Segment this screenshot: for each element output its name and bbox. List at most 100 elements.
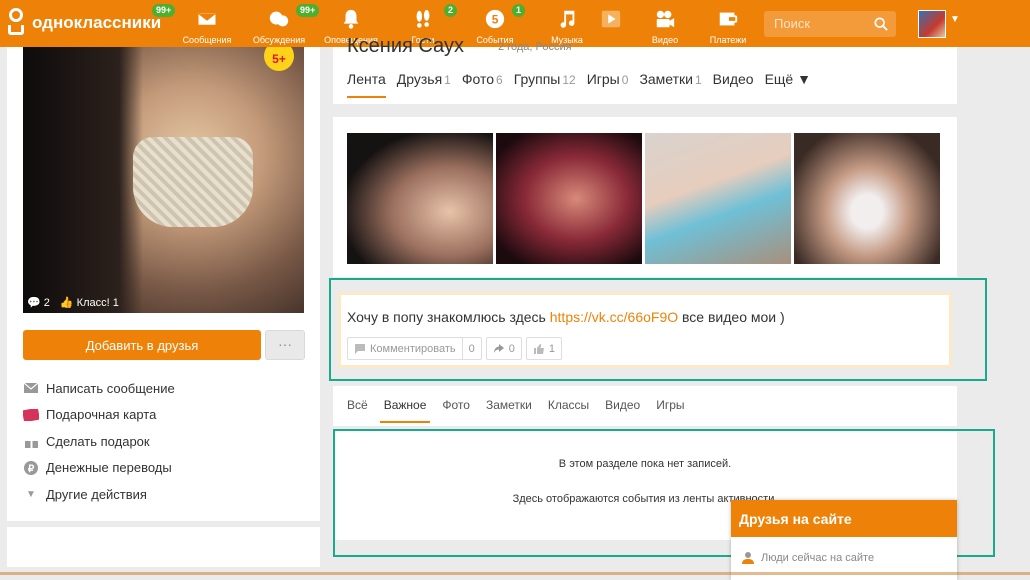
wallet-icon	[695, 6, 761, 32]
tab-groups[interactable]: Группы 12	[514, 71, 576, 98]
action-gift-card[interactable]: Подарочная карта	[23, 402, 175, 429]
tab-label: Друзья	[396, 71, 443, 87]
nav-payments[interactable]: Платежи	[695, 6, 761, 45]
bell-icon	[318, 6, 384, 32]
photo-thumb[interactable]	[794, 133, 940, 264]
guests-badge: 2	[444, 4, 458, 17]
tab-label: Фото	[461, 71, 495, 87]
nav-messages[interactable]: Сообщения	[174, 6, 240, 45]
search-box[interactable]	[764, 11, 896, 37]
discussions-badge: 99+	[296, 4, 320, 17]
nav-label: Сообщения	[182, 35, 232, 45]
tab-label: Игры	[586, 71, 620, 87]
tab-video[interactable]: Видео	[713, 71, 754, 98]
comment-count: 0	[461, 338, 481, 359]
reshare-icon	[493, 344, 504, 353]
caret-down-icon[interactable]: ▼	[950, 14, 960, 25]
photo-thumb[interactable]	[645, 133, 791, 264]
photo-thumb[interactable]	[496, 133, 642, 264]
profile-sub: 2 года, Россия	[498, 41, 572, 53]
events-badge: 1	[512, 4, 526, 17]
action-make-gift[interactable]: Сделать подарок	[23, 428, 175, 455]
action-label: Денежные переводы	[46, 460, 172, 476]
more-options-button[interactable]: ···	[265, 330, 305, 360]
like-icon	[533, 343, 544, 354]
like-icon: 👍	[59, 297, 74, 309]
left-column: 5+ 💬 2 👍 Класс! 1 Добавить в друзья ··· …	[7, 47, 320, 521]
comment-button[interactable]: Комментировать 0	[347, 337, 482, 360]
action-write-message[interactable]: Написать сообщение	[23, 375, 175, 402]
tab-label: Заметки	[639, 71, 693, 87]
left-bottom-card	[7, 527, 320, 567]
photo-comments[interactable]: 💬 2	[27, 296, 50, 309]
feed-tab-all[interactable]: Всё	[347, 398, 368, 423]
profile-header: Ксения Саух 2 года, Россия Лента Друзья 1…	[333, 35, 957, 104]
tab-count: 12	[562, 73, 576, 87]
friends-online-panel: Друзья на сайте Люди сейчас на сайте	[731, 500, 957, 580]
feed-tabs: Всё Важное Фото Заметки Классы Видео Игр…	[347, 398, 685, 423]
feed-tab-notes[interactable]: Заметки	[486, 398, 532, 423]
action-money-transfer[interactable]: ₽ Денежные переводы	[23, 455, 175, 482]
tab-friends[interactable]: Друзья 1	[397, 71, 451, 98]
tab-more[interactable]: Ещё ▼	[765, 71, 811, 98]
search-input[interactable]	[764, 11, 864, 36]
post-text-before: Хочу в попу знакомлюсь здесь	[347, 309, 550, 325]
feed-tab-video[interactable]: Видео	[605, 398, 640, 423]
tab-label: Лента	[347, 71, 386, 87]
post-text-after: все видео мои )	[678, 309, 785, 325]
nav-video[interactable]: Видео	[632, 6, 698, 45]
ruble-icon: ₽	[23, 460, 39, 475]
envelope-icon	[23, 381, 39, 395]
comment-icon: 💬	[27, 297, 41, 309]
svg-text:₽: ₽	[28, 464, 35, 475]
feed-tab-photo[interactable]: Фото	[442, 398, 470, 423]
action-other[interactable]: ▼ Другие действия	[23, 481, 175, 508]
tab-label: Группы	[513, 71, 561, 87]
reshare-count: 0	[508, 342, 515, 355]
tab-photos[interactable]: Фото 6	[462, 71, 503, 98]
photo-likes-label: Класс! 1	[76, 297, 119, 309]
like-button[interactable]: 1	[525, 337, 563, 360]
action-label: Другие действия	[46, 486, 147, 502]
user-avatar[interactable]	[918, 10, 946, 38]
status-post: Хочу в попу знакомлюсь здесь https://vk.…	[338, 292, 952, 368]
action-label: Написать сообщение	[46, 380, 175, 396]
feed-tab-important[interactable]: Важное	[379, 398, 431, 423]
tab-feed[interactable]: Лента	[347, 71, 386, 98]
brand-badge: 99+	[152, 4, 176, 17]
tab-count: 1	[694, 73, 702, 87]
profile-actions: Написать сообщение Подарочная карта Сдел…	[23, 375, 175, 508]
tab-notes[interactable]: Заметки 1	[639, 71, 701, 98]
photo-thumb[interactable]	[347, 133, 493, 264]
tab-label: Ещё ▼	[764, 71, 811, 87]
like-count: 1	[548, 342, 556, 355]
feed-tab-games[interactable]: Игры	[656, 398, 684, 423]
comment-icon	[355, 344, 365, 354]
photos-strip	[333, 117, 957, 277]
people-icon	[742, 552, 754, 564]
camera-icon	[632, 6, 698, 32]
photo-likes[interactable]: 👍 Класс! 1	[60, 296, 119, 309]
profile-photo[interactable]: 5+ 💬 2 👍 Класс! 1	[23, 47, 304, 313]
gift-card-icon	[23, 408, 39, 422]
post-link[interactable]: https://vk.cc/66oF9O	[550, 309, 678, 325]
post-text: Хочу в попу знакомлюсь здесь https://vk.…	[347, 309, 785, 325]
svg-text:5: 5	[492, 13, 499, 27]
gift-icon	[23, 434, 39, 448]
friends-online-header[interactable]: Друзья на сайте	[731, 500, 957, 537]
tab-games[interactable]: Игры 0	[587, 71, 629, 98]
ok-logo-icon	[6, 8, 26, 38]
tab-label: Видео	[712, 71, 754, 87]
nav-label: Видео	[651, 35, 679, 45]
reshare-button[interactable]: 0	[485, 337, 522, 360]
add-friend-button[interactable]: Добавить в друзья	[23, 330, 261, 360]
top-bar: одноклассники 99+ Сообщения Обсуждения 9…	[0, 0, 1030, 47]
age-badge: 5+	[264, 47, 294, 71]
search-icon[interactable]	[874, 17, 888, 31]
envelope-icon	[174, 6, 240, 32]
site-logo[interactable]: одноклассники	[6, 8, 161, 38]
feed-tabs-card: Всё Важное Фото Заметки Классы Видео Игр…	[333, 386, 957, 426]
comment-label: Комментировать	[370, 342, 456, 355]
feed-tab-likes[interactable]: Классы	[548, 398, 589, 423]
people-online-label: Люди сейчас на сайте	[761, 552, 875, 564]
